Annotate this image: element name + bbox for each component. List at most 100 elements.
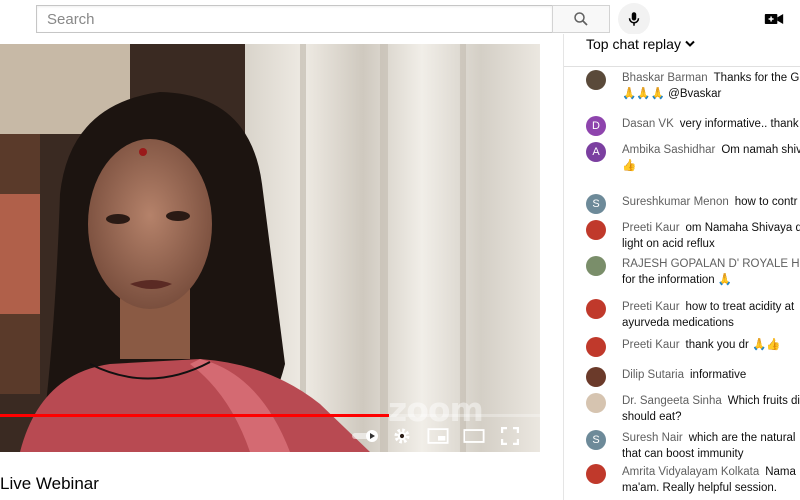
chat-message-text-line: ayurveda medications	[622, 315, 800, 331]
microphone-icon	[628, 12, 640, 26]
chat-message-first-line: Preeti Kaur how to treat acidity at	[622, 299, 800, 315]
avatar[interactable]: S	[586, 430, 606, 450]
chat-message: Preeti Kaur how to treat acidity at ayurve…	[586, 299, 800, 331]
avatar[interactable]	[586, 393, 606, 413]
live-chat-panel: Top chat replay Bhaskar Barman Thanks for…	[563, 34, 800, 500]
chat-mode-dropdown[interactable]: Top chat replay	[586, 36, 695, 52]
chat-message: Dilip Sutaria informative	[586, 367, 800, 387]
search-icon	[574, 12, 588, 26]
chat-message-text: 🙏🙏🙏 @Bvaskar	[622, 88, 722, 100]
chat-message-text: that can boost immunity	[622, 448, 744, 460]
divider	[564, 66, 800, 67]
avatar[interactable]	[586, 220, 606, 240]
avatar[interactable]: A	[586, 142, 606, 162]
settings-button[interactable]	[384, 424, 420, 448]
chat-author-name[interactable]: Suresh Nair	[622, 432, 683, 444]
chat-message-text: ma'am. Really helpful session.	[622, 482, 777, 494]
chat-author-name[interactable]: Dilip Sutaria	[622, 369, 684, 381]
chat-author-name[interactable]: Preeti Kaur	[622, 339, 680, 351]
create-video-button[interactable]	[760, 6, 788, 32]
chat-author-name[interactable]: Sureshkumar Menon	[622, 196, 729, 208]
chat-message: S Sureshkumar Menon how to contr	[586, 194, 800, 214]
avatar[interactable]	[586, 70, 606, 90]
avatar[interactable]	[586, 464, 606, 484]
video-title: Live Webinar	[0, 474, 99, 493]
chat-message-first-line: Suresh Nair which are the natural	[622, 430, 800, 446]
chat-message: Preeti Kaur thank you dr 🙏👍	[586, 337, 800, 357]
chat-message-text: 👍	[622, 160, 637, 172]
chat-message-text: how to contr	[734, 196, 798, 208]
chat-message-text-line: light on acid reflux	[622, 236, 800, 252]
video-camera-plus-icon	[764, 14, 784, 24]
chat-author-name[interactable]: Preeti Kaur	[622, 222, 680, 234]
chat-author-name[interactable]: Ambika Sashidhar	[622, 144, 715, 156]
chat-message-first-line: Amrita Vidyalayam Kolkata Nama	[622, 464, 800, 480]
chat-message-text: informative	[690, 369, 747, 381]
chat-message-text: Which fruits di	[727, 395, 800, 407]
chat-message-text: how to treat acidity at	[685, 301, 795, 313]
chat-message-first-line: Dilip Sutaria informative	[622, 367, 800, 383]
chat-message-first-line: Dasan VK very informative.. thank	[622, 116, 800, 132]
chat-author-name[interactable]: RAJESH GOPALAN D' ROYALE HOL	[622, 258, 800, 270]
chat-author-name[interactable]: Preeti Kaur	[622, 301, 680, 313]
search-input[interactable]	[37, 6, 552, 32]
chat-message-text: light on acid reflux	[622, 238, 715, 250]
autoplay-toggle[interactable]	[348, 424, 384, 448]
chat-message-text: thank you dr 🙏👍	[685, 339, 781, 351]
chat-message: A Ambika Sashidhar Om namah shiv 👍	[586, 142, 800, 174]
avatar[interactable]	[586, 367, 606, 387]
chat-message: D Dasan VK very informative.. thank	[586, 116, 800, 136]
chat-message-first-line: Sureshkumar Menon how to contr	[622, 194, 800, 210]
avatar[interactable]: D	[586, 116, 606, 136]
theater-mode-button[interactable]	[456, 424, 492, 448]
chat-message-first-line: Preeti Kaur thank you dr 🙏👍	[622, 337, 800, 353]
chat-author-name[interactable]: Bhaskar Barman	[622, 72, 708, 84]
theater-mode-icon	[463, 429, 485, 443]
miniplayer-button[interactable]	[420, 424, 456, 448]
chat-message-first-line: Bhaskar Barman Thanks for the G	[622, 70, 800, 86]
voice-search-button[interactable]	[618, 3, 650, 35]
chat-message-text: ayurveda medications	[622, 317, 734, 329]
avatar[interactable]	[586, 256, 606, 276]
chat-message-text-line: for the information 🙏	[622, 272, 800, 288]
player-controls	[348, 424, 538, 448]
chat-message-text: which are the natural	[688, 432, 796, 444]
fullscreen-button[interactable]	[492, 424, 528, 448]
chat-author-name[interactable]: Dr. Sangeeta Sinha	[622, 395, 722, 407]
chat-message-first-line: Dr. Sangeeta Sinha Which fruits di	[622, 393, 800, 409]
chat-message-text-line: ma'am. Really helpful session.	[622, 480, 800, 496]
chat-message-first-line: Ambika Sashidhar Om namah shiv	[622, 142, 800, 158]
chat-author-name[interactable]: Dasan VK	[622, 118, 674, 130]
chat-mode-label: Top chat replay	[586, 36, 681, 52]
chat-message: Bhaskar Barman Thanks for the G 🙏🙏🙏 @Bvask…	[586, 70, 800, 102]
chat-message-first-line: Preeti Kaur om Namaha Shivaya d	[622, 220, 800, 236]
chat-message-text: om Namaha Shivaya d	[685, 222, 800, 234]
chat-author-name[interactable]: Amrita Vidyalayam Kolkata	[622, 466, 759, 478]
chat-message: S Suresh Nair which are the natural that ca…	[586, 430, 800, 462]
avatar[interactable]	[586, 299, 606, 319]
chat-message-text-line: should eat?	[622, 409, 800, 425]
chat-message-text: for the information 🙏	[622, 274, 733, 286]
chat-message: RAJESH GOPALAN D' ROYALE HOL for the info…	[586, 256, 800, 288]
chat-message-text: very informative.. thank	[679, 118, 799, 130]
chat-message-text-line: that can boost immunity	[622, 446, 800, 462]
miniplayer-icon	[427, 428, 449, 444]
progress-bar[interactable]	[0, 414, 540, 417]
chat-message-text: Thanks for the G	[713, 72, 800, 84]
avatar[interactable]	[586, 337, 606, 357]
chat-message-text: should eat?	[622, 411, 682, 423]
search-box[interactable]	[36, 5, 552, 33]
chat-message-text: Nama	[765, 466, 796, 478]
chevron-down-icon	[685, 40, 695, 47]
chat-message-text: Om namah shiv	[721, 144, 800, 156]
chat-message: Dr. Sangeeta Sinha Which fruits di should …	[586, 393, 800, 425]
video-player[interactable]: zoom	[0, 44, 540, 452]
chat-message-text-line: 👍	[622, 158, 800, 174]
fullscreen-icon	[501, 427, 519, 445]
gear-icon	[394, 428, 410, 444]
chat-message-text-line: 🙏🙏🙏 @Bvaskar	[622, 86, 800, 102]
chat-message: Amrita Vidyalayam Kolkata Nama ma'am. Real…	[586, 464, 800, 496]
avatar[interactable]: S	[586, 194, 606, 214]
search-button[interactable]	[552, 5, 610, 33]
autoplay-toggle-icon	[352, 430, 378, 442]
